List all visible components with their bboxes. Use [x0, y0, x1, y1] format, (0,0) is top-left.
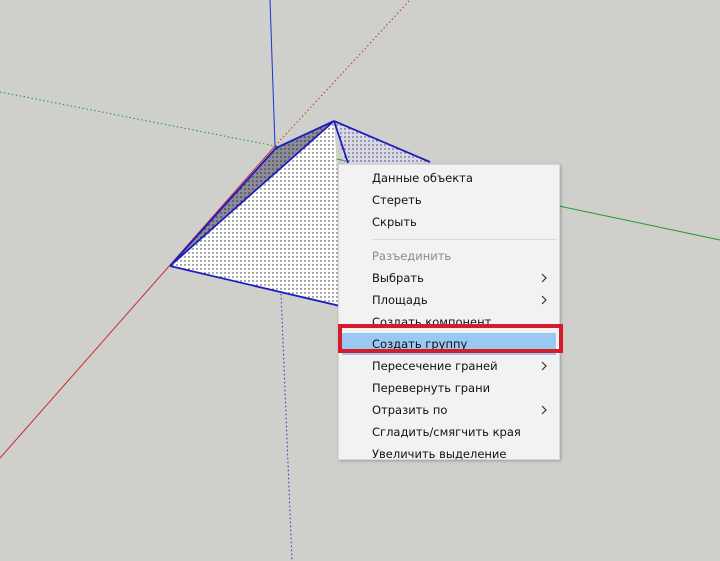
- red-axis: [0, 145, 276, 459]
- menu-item-label: Площадь: [372, 293, 428, 307]
- menu-item-label: Сгладить/смягчить края: [372, 425, 521, 439]
- chevron-right-icon: [541, 405, 547, 415]
- menu-item-flip-along[interactable]: Отразить по: [339, 399, 559, 421]
- menu-item-label: Разъединить: [372, 249, 452, 263]
- menu-separator: [372, 239, 557, 240]
- menu-item-area[interactable]: Площадь: [339, 289, 559, 311]
- menu-item-label: Перевернуть грани: [372, 381, 491, 395]
- menu-item-zoom-selection[interactable]: Увеличить выделение: [339, 443, 559, 465]
- chevron-right-icon: [541, 273, 547, 283]
- menu-item-label: Создать компонент...: [372, 315, 503, 329]
- menu-item-soften-edges[interactable]: Сгладить/смягчить края: [339, 421, 559, 443]
- menu-item-label: Данные объекта: [372, 171, 473, 185]
- menu-item-label: Скрыть: [372, 215, 417, 229]
- menu-item-select[interactable]: Выбрать: [339, 267, 559, 289]
- menu-item-entity-info[interactable]: Данные объекта: [339, 167, 559, 189]
- green-axis-dotted: [0, 91, 276, 147]
- menu-item-hide[interactable]: Скрыть: [339, 211, 559, 233]
- blue-axis: [269, 0, 276, 147]
- menu-item-reverse-faces[interactable]: Перевернуть грани: [339, 377, 559, 399]
- menu-item-explode: Разъединить: [339, 245, 559, 267]
- pyramid-face-front[interactable]: [170, 121, 346, 306]
- menu-item-make-group[interactable]: Создать группу: [342, 333, 556, 355]
- context-menu: Данные объекта Стереть Скрыть Разъединит…: [338, 164, 560, 461]
- chevron-right-icon: [541, 361, 547, 371]
- menu-item-label: Стереть: [372, 193, 422, 207]
- menu-item-label: Отразить по: [372, 403, 448, 417]
- menu-item-label: Создать группу: [372, 337, 468, 351]
- menu-item-make-component[interactable]: Создать компонент...: [339, 311, 559, 333]
- menu-item-label: Пересечение граней: [372, 359, 498, 373]
- menu-item-erase[interactable]: Стереть: [339, 189, 559, 211]
- menu-item-intersect-faces[interactable]: Пересечение граней: [339, 355, 559, 377]
- chevron-right-icon: [541, 295, 547, 305]
- menu-item-label: Увеличить выделение: [372, 447, 507, 461]
- menu-item-label: Выбрать: [372, 271, 424, 285]
